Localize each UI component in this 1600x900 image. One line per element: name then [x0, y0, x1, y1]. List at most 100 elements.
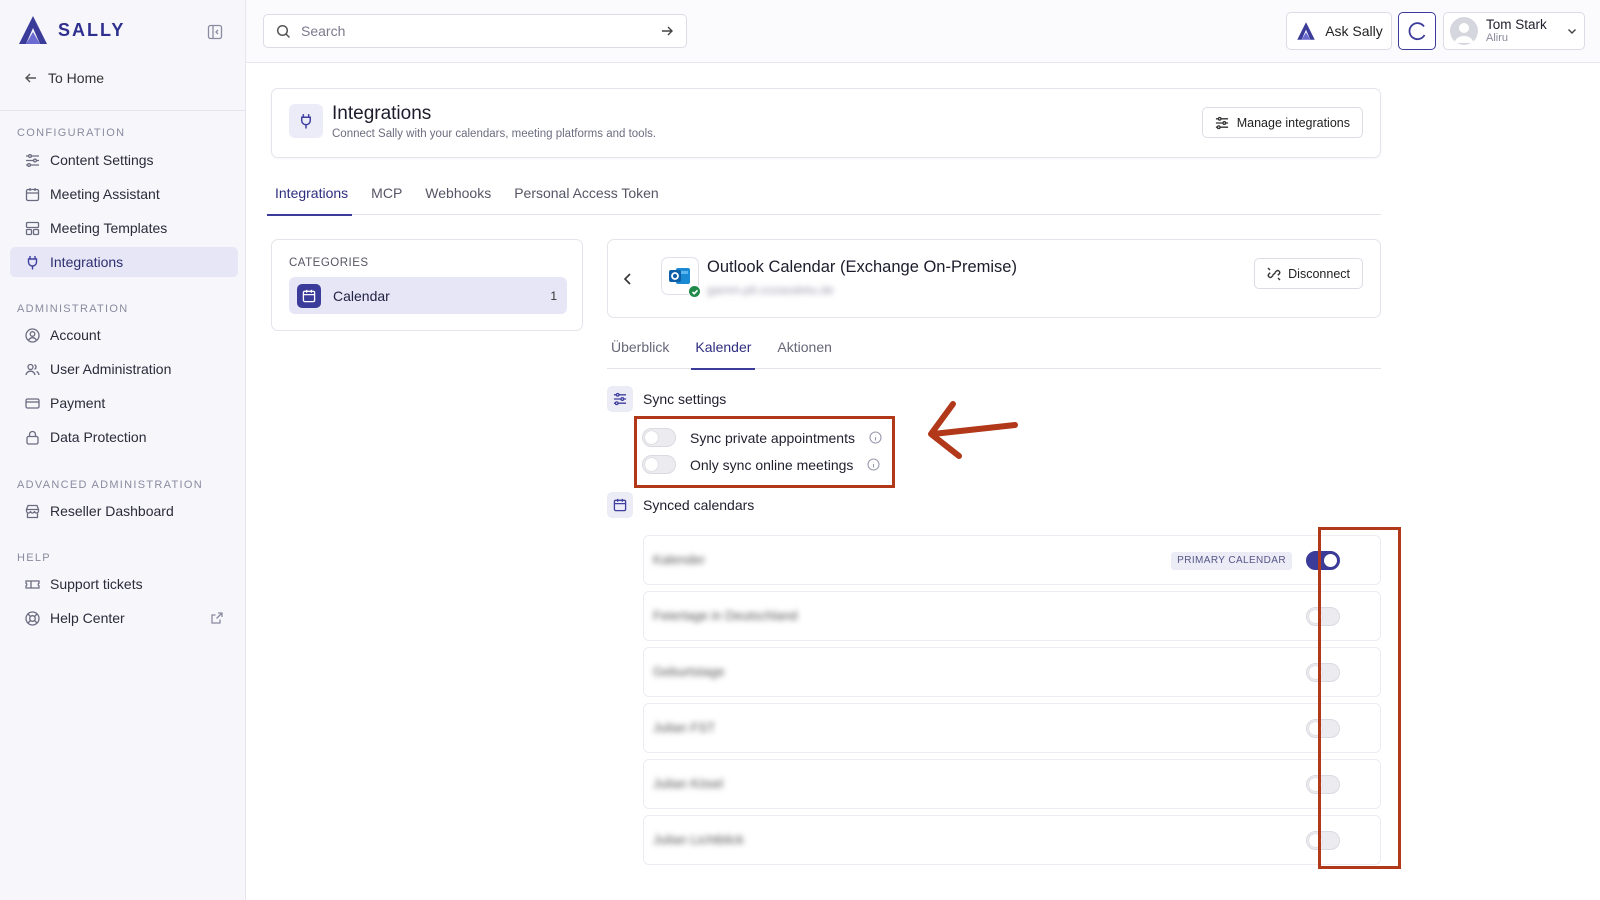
- calendar-name: Geburtstage: [653, 664, 725, 679]
- calendar-sync-toggle[interactable]: [1306, 551, 1340, 570]
- section-help: HELP: [17, 552, 51, 564]
- disconnect-button[interactable]: Disconnect: [1254, 258, 1363, 289]
- integration-subtabs: Überblick Kalender Aktionen: [607, 339, 1381, 370]
- tab-mcp[interactable]: MCP: [371, 185, 402, 215]
- calendar-sync-toggle[interactable]: [1306, 663, 1340, 682]
- integration-title: Outlook Calendar (Exchange On-Premise): [707, 258, 1017, 276]
- plug-icon: [24, 254, 40, 270]
- connected-check-icon: [688, 285, 701, 298]
- setting-label: Sync private appointments: [690, 429, 855, 446]
- sidebar-item-account[interactable]: Account: [10, 320, 238, 350]
- sync-settings-title: Sync settings: [643, 391, 727, 407]
- arrow-left-icon: [25, 73, 36, 83]
- tab-personal-access-token[interactable]: Personal Access Token: [514, 185, 659, 215]
- sidebar-item-label: Data Protection: [50, 429, 147, 445]
- calendar-sync-toggle[interactable]: [1306, 719, 1340, 738]
- arrow-right-icon[interactable]: [660, 24, 674, 38]
- sidebar-item-label: User Administration: [50, 361, 172, 377]
- user-menu[interactable]: Tom Stark Aliru: [1443, 12, 1585, 50]
- integrations-header-card: Integrations Connect Sally with your cal…: [271, 88, 1381, 158]
- section-configuration: CONFIGURATION: [17, 127, 126, 139]
- sidebar-item-label: Meeting Assistant: [50, 186, 160, 202]
- calendar-name: Julian FST: [653, 720, 716, 735]
- synced-calendars-title: Synced calendars: [643, 497, 755, 513]
- setting-label: Only sync online meetings: [690, 456, 854, 473]
- page-title: Integrations: [332, 103, 432, 124]
- sally-logo-icon: [1297, 22, 1315, 40]
- calendar-row: Feiertage in Deutschland: [643, 591, 1381, 641]
- sync-settings-heading: Sync settings: [607, 386, 726, 412]
- sidebar-item-reseller-dashboard[interactable]: Reseller Dashboard: [10, 496, 238, 526]
- sally-logo-icon: [19, 16, 47, 44]
- sidebar-item-help-center[interactable]: Help Center: [10, 603, 238, 633]
- category-name: Calendar: [333, 287, 390, 304]
- calendar-name: Julian Lichtblick: [653, 832, 745, 847]
- calendar-name: Kalender: [653, 552, 706, 567]
- collapse-sidebar-icon[interactable]: [207, 24, 223, 40]
- only-sync-online-meetings-toggle[interactable]: [642, 455, 676, 474]
- calendar-sync-toggle[interactable]: [1306, 831, 1340, 850]
- search-box[interactable]: [263, 14, 687, 48]
- spinner-icon: [1408, 22, 1426, 41]
- logo-text: SALLY: [58, 19, 126, 40]
- store-icon: [24, 503, 40, 519]
- manage-integrations-button[interactable]: Manage integrations: [1201, 107, 1363, 138]
- calendar-name: Julian Kösel: [653, 776, 724, 791]
- info-icon[interactable]: [869, 431, 882, 444]
- user-circle-icon: [24, 327, 40, 343]
- sidebar-item-label: Account: [50, 327, 101, 343]
- calendar-icon: [607, 492, 633, 518]
- calendar-icon: [24, 186, 40, 202]
- sidebar-item-content-settings[interactable]: Content Settings: [10, 145, 238, 175]
- lifebuoy-icon: [24, 610, 40, 626]
- manage-integrations-label: Manage integrations: [1236, 115, 1350, 130]
- sidebar-item-label: Meeting Templates: [50, 220, 168, 236]
- chevron-down-icon: [1568, 29, 1576, 34]
- category-item-calendar[interactable]: Calendar 1: [289, 277, 567, 314]
- info-icon[interactable]: [867, 458, 880, 471]
- tab-ueberblick[interactable]: Überblick: [607, 339, 669, 369]
- sidebar-item-user-administration[interactable]: User Administration: [10, 354, 238, 384]
- tab-webhooks[interactable]: Webhooks: [425, 185, 491, 215]
- integration-account-email: gamm.pit.cozasaletu.de: [707, 283, 834, 297]
- sidebar-item-label: Payment: [50, 395, 106, 411]
- loading-indicator-button[interactable]: [1398, 12, 1436, 50]
- sync-private-appointments-toggle[interactable]: [642, 428, 676, 447]
- calendar-icon: [297, 283, 321, 308]
- calendar-row: Julian FST: [643, 703, 1381, 753]
- calendar-row: Geburtstage: [643, 647, 1381, 697]
- sliders-icon: [24, 152, 40, 168]
- calendar-row: Kalender PRIMARY CALENDAR: [643, 535, 1381, 585]
- search-icon: [276, 24, 291, 38]
- tab-kalender[interactable]: Kalender: [691, 339, 756, 370]
- plug-icon: [289, 104, 323, 138]
- sidebar-item-support-tickets[interactable]: Support tickets: [10, 569, 238, 599]
- to-home-link[interactable]: To Home: [24, 70, 104, 86]
- calendar-sync-toggle[interactable]: [1306, 607, 1340, 626]
- annotation-box-sync-settings: [634, 416, 895, 488]
- sidebar-item-label: Help Center: [50, 610, 125, 626]
- avatar: [1450, 17, 1478, 45]
- ask-sally-button[interactable]: Ask Sally: [1286, 12, 1392, 50]
- user-organization: Aliru: [1486, 32, 1509, 45]
- chevron-left-icon[interactable]: [620, 269, 636, 289]
- ticket-icon: [24, 576, 40, 592]
- integration-detail-card: Outlook Calendar (Exchange On-Premise) g…: [607, 239, 1381, 318]
- sidebar-item-data-protection[interactable]: Data Protection: [10, 422, 238, 452]
- search-input[interactable]: [301, 23, 650, 39]
- calendar-sync-toggle[interactable]: [1306, 775, 1340, 794]
- sidebar-item-payment[interactable]: Payment: [10, 388, 238, 418]
- user-name: Tom Stark: [1486, 16, 1547, 32]
- sidebar-item-meeting-assistant[interactable]: Meeting Assistant: [10, 179, 238, 209]
- calendar-name: Feiertage in Deutschland: [653, 608, 798, 623]
- lock-icon: [24, 429, 40, 445]
- primary-calendar-badge: PRIMARY CALENDAR: [1171, 552, 1292, 570]
- sally-logo[interactable]: SALLY: [16, 14, 125, 46]
- sidebar-item-label: Support tickets: [50, 576, 143, 592]
- tab-integrations[interactable]: Integrations: [266, 185, 353, 216]
- synced-calendars-heading: Synced calendars: [607, 492, 754, 518]
- sidebar-item-meeting-templates[interactable]: Meeting Templates: [10, 213, 238, 243]
- sidebar-item-label: Content Settings: [50, 152, 154, 168]
- tab-aktionen[interactable]: Aktionen: [773, 339, 831, 369]
- sidebar-item-integrations[interactable]: Integrations: [10, 247, 238, 277]
